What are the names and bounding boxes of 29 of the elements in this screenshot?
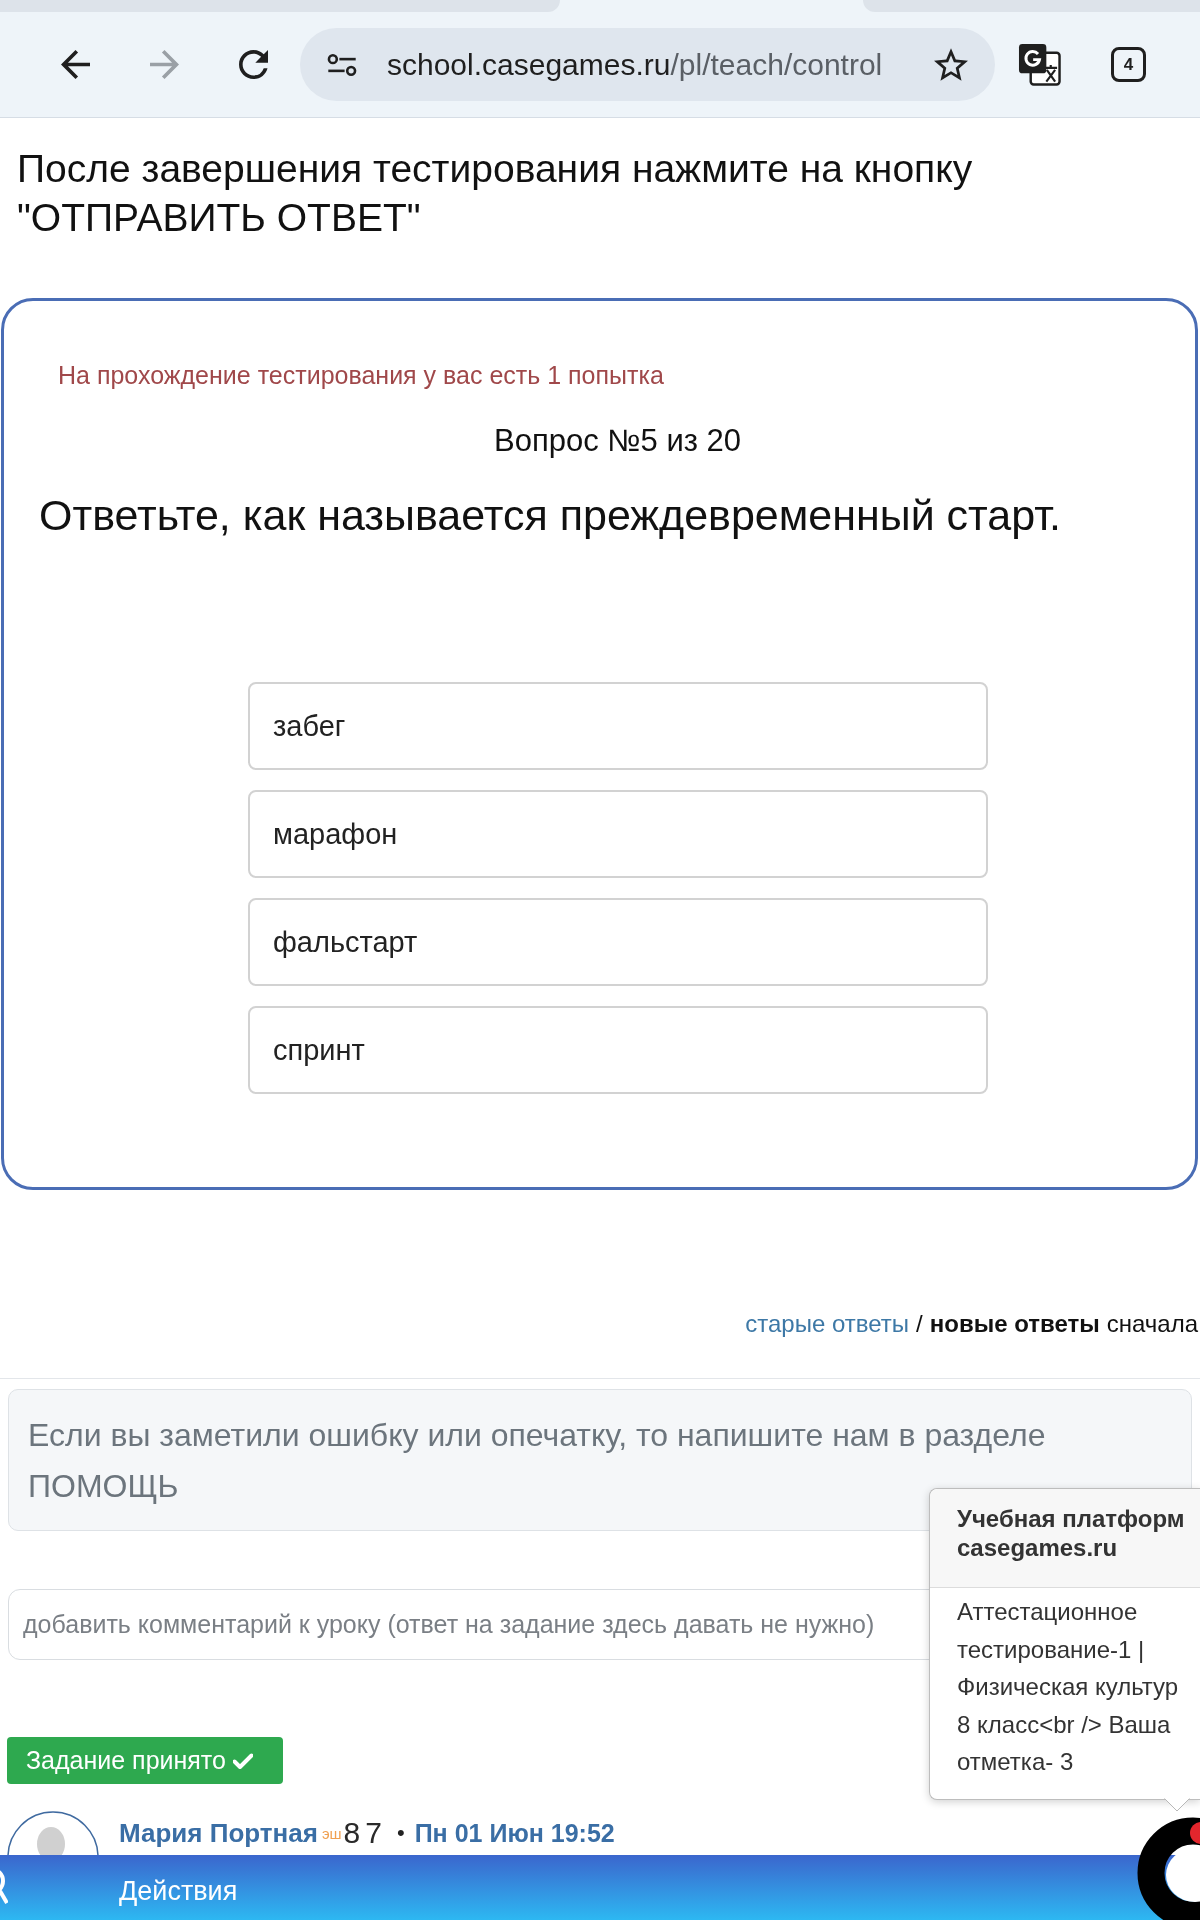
instruction-text: После завершения тестирования нажмите на кнопку "ОТПРАВИТЬ ОТВЕТ"	[16, 146, 974, 241]
sliders-icon[interactable]	[327, 52, 357, 77]
author-name[interactable]: Мария Портная	[119, 1817, 318, 1849]
sort-separator: /	[916, 1310, 923, 1337]
popup-title: Учебная платформ casegames.ru	[930, 1489, 1200, 1588]
sort-link[interactable]: старые ответы	[745, 1310, 910, 1337]
address-bar[interactable]: school.casegames.ru/pl/teach/control	[300, 28, 995, 101]
reload-icon[interactable]	[239, 50, 268, 79]
answer-option[interactable]: марафон	[248, 790, 988, 878]
rank-prefix-label: эш	[321, 1824, 342, 1842]
question-text: Ответьте, как называется преждевременный старт.	[38, 490, 1063, 541]
dot-separator: •	[396, 1820, 405, 1846]
comment-date[interactable]: Пн 01 Июн 19:52	[414, 1818, 615, 1848]
translate-icon[interactable]	[1018, 43, 1061, 86]
url-text[interactable]: school.casegames.ru/pl/teach/control	[387, 47, 934, 82]
star-icon[interactable]	[934, 48, 968, 81]
rank-number-label: 87	[343, 1816, 387, 1850]
badge-label: Задание принято	[26, 1746, 226, 1775]
answer-option[interactable]: спринт	[248, 1006, 988, 1094]
attempts-note: На прохождение тестирования у вас есть 1 попытка	[57, 360, 665, 390]
sort-suffix-label: сначала	[1106, 1310, 1198, 1337]
answer-option[interactable]: забег	[248, 682, 988, 770]
tab-count-button[interactable]: 4	[1111, 47, 1146, 82]
back-icon[interactable]	[61, 50, 90, 79]
answer-option[interactable]: фальстарт	[248, 898, 988, 986]
question-counter: Вопрос №5 из 20	[493, 422, 742, 460]
check-icon	[232, 1752, 253, 1769]
sort-link[interactable]: новые ответы	[929, 1310, 1100, 1337]
chat-widget-icon[interactable]	[1137, 1817, 1200, 1920]
